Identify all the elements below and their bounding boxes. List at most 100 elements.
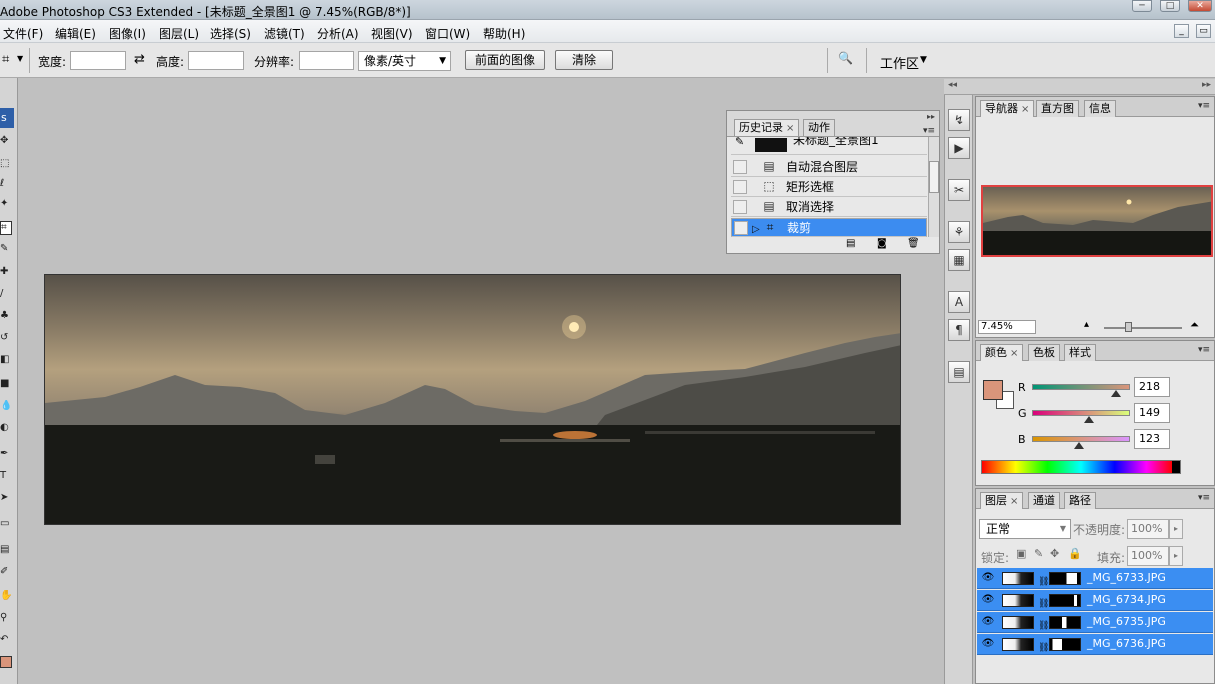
chain-link-icon[interactable]: ⛓ <box>1038 638 1049 658</box>
actions-dock-icon[interactable]: ▶ <box>948 137 970 159</box>
blur-tool-icon[interactable]: 💧 <box>0 400 12 412</box>
close-icon[interactable]: × <box>786 123 794 134</box>
history-checkbox[interactable] <box>733 160 747 174</box>
move-tool-icon[interactable]: ✥ <box>0 135 12 147</box>
height-input[interactable] <box>188 51 244 70</box>
doc-minimize-button[interactable]: _ <box>1174 24 1189 38</box>
history-dock-icon[interactable]: ↯ <box>948 109 970 131</box>
clone-stamp-icon[interactable]: ♣ <box>0 310 12 322</box>
panel-menu-icon[interactable]: ▾≡ <box>1198 493 1210 503</box>
new-document-icon[interactable]: ▤ <box>846 238 855 249</box>
menu-layer[interactable]: 图层(L) <box>159 25 199 42</box>
history-item-selected[interactable]: ▷ ⌗ 裁剪 <box>731 218 927 237</box>
swap-icon[interactable]: ⇄ <box>134 52 145 67</box>
pen-tool-icon[interactable]: ✒ <box>0 448 12 460</box>
tab-paths[interactable]: 路径 <box>1064 492 1096 509</box>
history-item[interactable]: ▤ 取消选择 <box>731 198 927 217</box>
brushes-icon[interactable]: ⚘ <box>948 221 970 243</box>
green-slider[interactable] <box>1032 410 1130 416</box>
layer-row[interactable]: 👁 ⛓ _MG_6735.JPG <box>977 612 1213 633</box>
tab-channels[interactable]: 通道 <box>1028 492 1060 509</box>
layer-comps-icon[interactable]: ▤ <box>948 361 970 383</box>
red-value-input[interactable]: 218 <box>1134 377 1170 397</box>
bridge-icon[interactable]: 🔍 <box>838 51 862 69</box>
hand-tool-icon[interactable]: ✋ <box>0 590 12 602</box>
tab-layers[interactable]: 图层 × <box>980 492 1024 509</box>
tab-history[interactable]: 历史记录 × <box>734 119 800 136</box>
green-value-input[interactable]: 149 <box>1134 403 1170 423</box>
lock-all-icon[interactable]: 🔒 <box>1068 547 1082 560</box>
tab-swatches[interactable]: 色板 <box>1028 344 1060 361</box>
notes-tool-icon[interactable]: ▤ <box>0 544 12 556</box>
chain-link-icon[interactable]: ⛓ <box>1038 572 1049 592</box>
foreground-color-swatch[interactable] <box>0 656 12 668</box>
history-checkbox[interactable] <box>733 180 747 194</box>
tab-navigator[interactable]: 导航器 × <box>980 100 1035 117</box>
blue-slider-thumb[interactable] <box>1074 442 1085 449</box>
menu-help[interactable]: 帮助(H) <box>483 25 525 42</box>
history-checkbox[interactable] <box>733 200 747 214</box>
menu-edit[interactable]: 编辑(E) <box>55 25 96 42</box>
layer-mask-thumbnail[interactable] <box>1049 638 1081 651</box>
tab-info[interactable]: 信息 <box>1084 100 1116 117</box>
lasso-tool-icon[interactable]: ℓ <box>0 178 12 190</box>
layer-row[interactable]: 👁 ⛓ _MG_6736.JPG <box>977 634 1213 655</box>
type-tool-icon[interactable]: T <box>0 470 12 482</box>
character-icon[interactable]: A <box>948 291 970 313</box>
menu-image[interactable]: 图像(I) <box>109 25 146 42</box>
chain-link-icon[interactable]: ⛓ <box>1038 594 1049 614</box>
minimize-button[interactable]: ─ <box>1132 0 1152 12</box>
slice-tool-icon[interactable]: ✎ <box>0 243 12 255</box>
gradient-tool-icon[interactable]: ■ <box>0 378 12 390</box>
eye-icon[interactable]: 👁 <box>981 594 995 606</box>
lock-position-icon[interactable]: ✥ <box>1050 547 1059 560</box>
history-scrollbar[interactable] <box>928 137 939 237</box>
camera-icon[interactable]: ◙ <box>877 238 887 249</box>
collapse-icon[interactable]: ◂◂ <box>948 80 957 90</box>
maximize-button[interactable]: □ <box>1160 0 1180 12</box>
zoom-input[interactable]: 7.45% <box>978 320 1036 334</box>
zoom-out-icon[interactable]: ▴ <box>1084 319 1089 330</box>
history-brush-icon[interactable]: ↺ <box>0 332 12 344</box>
history-item[interactable]: ▤ 自动混合图层 <box>731 158 927 177</box>
shape-tool-icon[interactable]: ▭ <box>0 518 12 530</box>
clone-source-icon[interactable]: ▦ <box>948 249 970 271</box>
scroll-thumb[interactable] <box>929 161 939 193</box>
tab-actions[interactable]: 动作 <box>803 119 835 136</box>
close-icon[interactable]: × <box>1010 348 1018 359</box>
eye-icon[interactable]: 👁 <box>981 616 995 628</box>
document-canvas[interactable] <box>44 274 901 525</box>
doc-restore-button[interactable]: ▭ <box>1196 24 1211 38</box>
layer-mask-thumbnail[interactable] <box>1049 616 1081 629</box>
zoom-tool-icon[interactable]: ⚲ <box>0 612 12 624</box>
paragraph-icon[interactable]: ¶ <box>948 319 970 341</box>
layer-row[interactable]: 👁 ⛓ _MG_6733.JPG <box>977 568 1213 589</box>
history-snapshot[interactable]: ✎ 未标题_全景图1 <box>731 137 927 155</box>
zoom-in-icon[interactable]: ⏶ <box>1190 318 1199 332</box>
lock-transparency-icon[interactable]: ▣ <box>1016 547 1026 560</box>
zoom-slider[interactable] <box>1104 327 1182 329</box>
fill-input[interactable]: 100% <box>1127 546 1169 566</box>
magic-wand-icon[interactable]: ✦ <box>0 198 12 210</box>
close-icon[interactable]: × <box>1021 104 1029 115</box>
trash-icon[interactable]: 🗑 <box>907 238 920 249</box>
tab-color[interactable]: 颜色 × <box>980 344 1024 361</box>
navigator-preview[interactable] <box>981 185 1213 257</box>
history-checkbox[interactable] <box>734 221 748 235</box>
path-selection-icon[interactable]: ➤ <box>0 492 12 504</box>
eraser-tool-icon[interactable]: ◧ <box>0 354 12 366</box>
history-item[interactable]: ⬚ 矩形选框 <box>731 178 927 197</box>
zoom-slider-thumb[interactable] <box>1125 322 1132 332</box>
brush-tool-icon[interactable]: / <box>0 288 12 300</box>
menu-analysis[interactable]: 分析(A) <box>317 25 359 42</box>
dodge-tool-icon[interactable]: ◐ <box>0 422 12 434</box>
green-slider-thumb[interactable] <box>1084 416 1095 423</box>
close-button[interactable]: ✕ <box>1188 0 1212 12</box>
color-spectrum-bar[interactable] <box>981 460 1181 474</box>
resolution-input[interactable] <box>299 51 354 70</box>
menu-select[interactable]: 选择(S) <box>210 25 251 42</box>
width-input[interactable] <box>70 51 126 70</box>
close-icon[interactable]: × <box>1010 496 1018 507</box>
collapse-icon[interactable]: ▸▸ <box>927 112 935 121</box>
chevron-right-icon[interactable]: ▸ <box>1169 519 1183 539</box>
